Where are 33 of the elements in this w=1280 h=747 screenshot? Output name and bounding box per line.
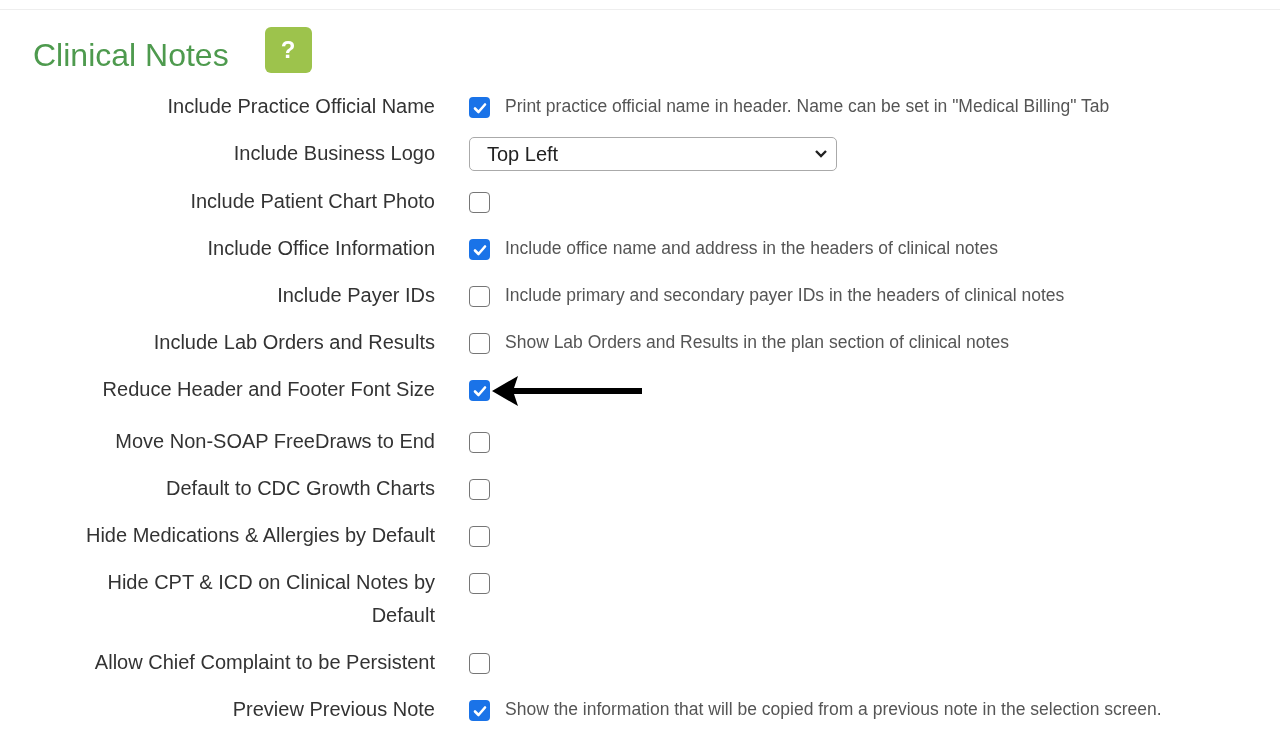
page-title: Clinical Notes — [33, 35, 229, 75]
dropdown-select[interactable]: Top Left — [469, 137, 837, 171]
chevron-down-icon — [814, 149, 828, 159]
setting-label: Include Payer IDs — [276, 283, 435, 308]
checkbox[interactable] — [469, 700, 490, 721]
checkbox[interactable] — [469, 479, 490, 500]
checkbox[interactable] — [469, 286, 490, 307]
setting-label: Default to CDC Growth Charts — [165, 476, 435, 501]
setting-label: Include Lab Orders and Results — [152, 330, 435, 355]
setting-description: Include office name and address in the headers of clinical notes — [505, 237, 998, 260]
setting-label: Include Practice Official Name — [166, 94, 435, 119]
setting-description: Show Lab Orders and Results in the plan section of clinical notes — [505, 331, 1009, 354]
setting-description: Show the information that will be copied from a previous note in the selection screen. — [505, 698, 1162, 721]
setting-description: Include primary and secondary payer IDs in the headers of clinical notes — [505, 284, 1065, 307]
checkbox[interactable] — [469, 333, 490, 354]
setting-label: Include Office Information — [206, 236, 435, 261]
setting-label: Allow Chief Complaint to be Persistent — [93, 650, 435, 675]
checkbox[interactable] — [469, 526, 490, 547]
checkbox[interactable] — [469, 432, 490, 453]
setting-label: Include Business Logo — [232, 141, 435, 166]
setting-label: Reduce Header and Footer Font Size — [101, 377, 435, 402]
checkbox[interactable] — [469, 97, 490, 118]
checkbox[interactable] — [469, 653, 490, 674]
setting-label: Move Non-SOAP FreeDraws to End — [114, 429, 435, 454]
checkbox[interactable] — [469, 239, 490, 260]
checkbox[interactable] — [469, 573, 490, 594]
checkbox[interactable] — [469, 380, 490, 401]
setting-label: Hide CPT & ICD on Clinical Notes by Default — [106, 570, 435, 628]
setting-label: Hide Medications & Allergies by Default — [84, 523, 435, 548]
checkbox[interactable] — [469, 192, 490, 213]
setting-description: Print practice official name in header. Name can be set in "Medical Billing" Tab — [505, 95, 1110, 118]
setting-label: Include Patient Chart Photo — [189, 189, 435, 214]
setting-label: Preview Previous Note — [231, 697, 435, 722]
